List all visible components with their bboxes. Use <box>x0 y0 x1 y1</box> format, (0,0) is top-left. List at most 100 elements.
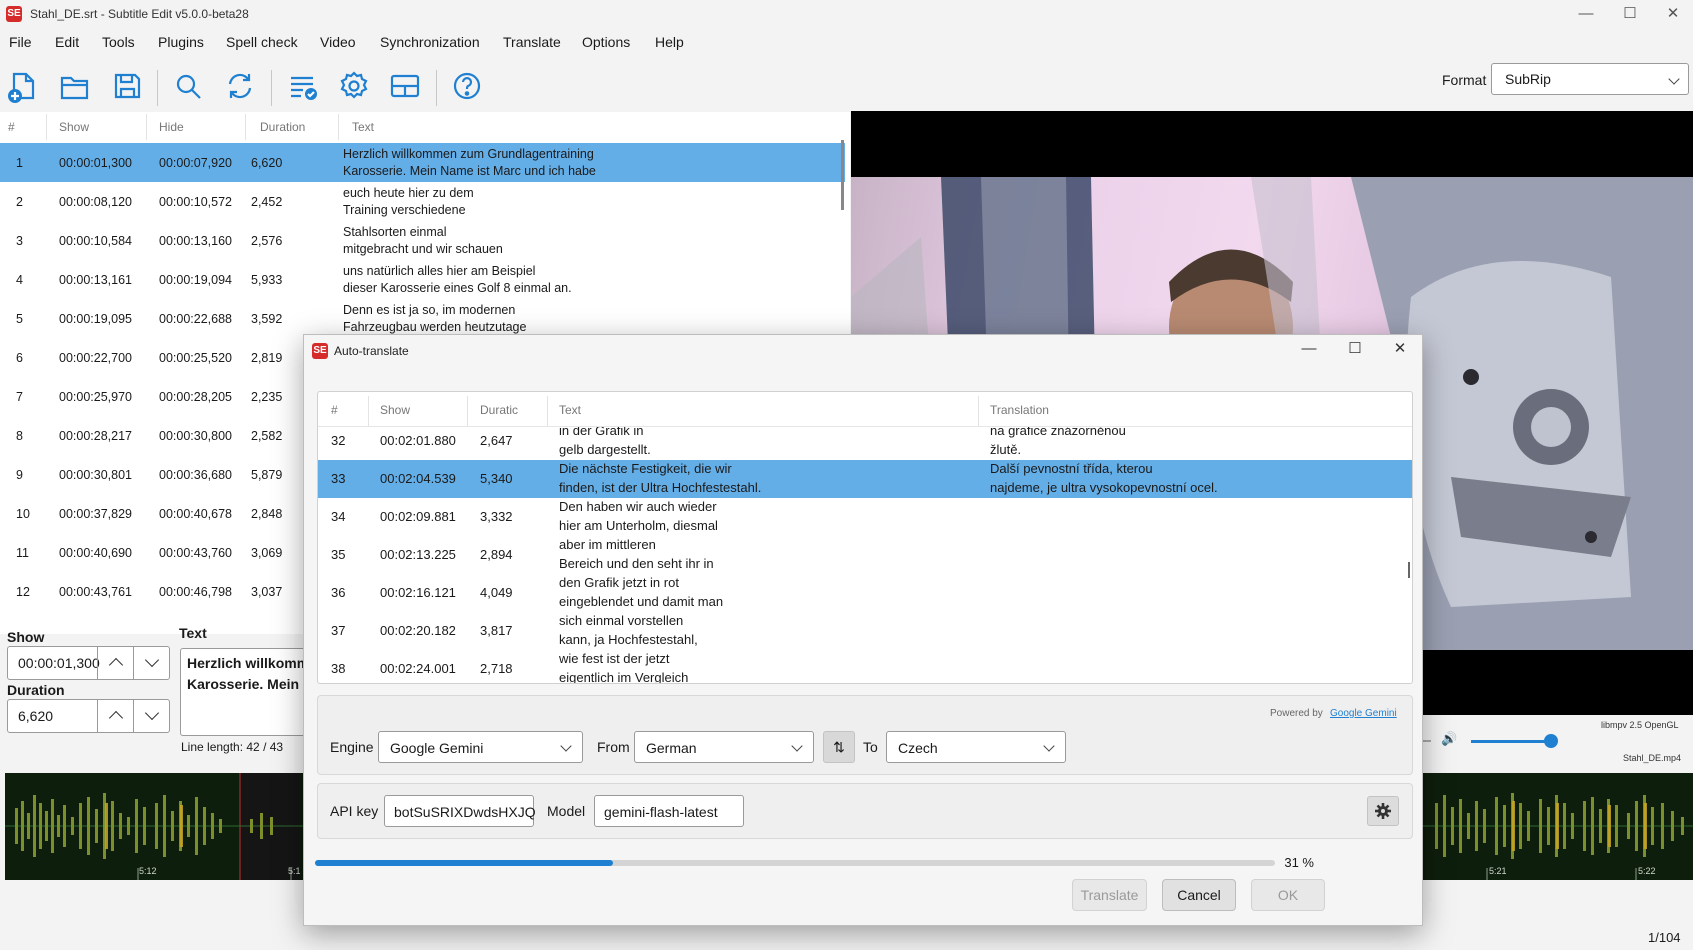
api-key-field[interactable]: botSuSRIXDwdsHXJQ <box>384 795 536 827</box>
model-value: gemini-flash-latest <box>604 804 718 820</box>
translate-button[interactable]: Translate <box>1072 879 1147 911</box>
increment-button[interactable] <box>97 700 133 732</box>
maximize-button[interactable]: ☐ <box>1607 0 1653 30</box>
table-row[interactable]: 33 00:02:04.539 5,340 Die nächste Festigkei… <box>318 460 1412 498</box>
column-separator <box>146 114 147 140</box>
column-header-text[interactable]: Text <box>352 120 374 134</box>
show-time-stepper[interactable]: 00:00:01,300 <box>7 646 170 680</box>
from-language-dropdown[interactable]: German <box>634 731 814 763</box>
menu-options[interactable]: Options <box>582 34 630 50</box>
progress-percent: 31 % <box>1284 855 1314 870</box>
format-value: SubRip <box>1505 71 1551 87</box>
engine-dropdown[interactable]: Google Gemini <box>378 731 583 763</box>
table-row[interactable]: 1 00:00:01,300 00:00:07,920 6,620 Herzlich w… <box>0 143 845 182</box>
close-button[interactable]: ✕ <box>1650 0 1693 30</box>
swap-languages-icon[interactable]: ⇅ <box>823 731 855 763</box>
table-row[interactable]: 32 00:02:01.880 2,647 in der Grafik in gelb … <box>318 427 1412 460</box>
table-row[interactable]: 5 00:00:19,095 00:00:22,688 3,592 Denn es is… <box>0 299 845 338</box>
menu-synchronization[interactable]: Synchronization <box>380 34 480 50</box>
api-key-label: API key <box>330 803 379 819</box>
table-row[interactable]: 36 00:02:16.121 4,049 den Grafik jetzt in r… <box>318 574 1412 612</box>
column-separator <box>245 114 246 140</box>
save-icon[interactable] <box>107 66 147 106</box>
chevron-up-icon <box>108 710 124 726</box>
help-icon[interactable] <box>447 66 487 106</box>
text-label: Text <box>179 625 207 641</box>
translation-grid[interactable]: # Show Duratic Text Translation 32 00:02:… <box>317 391 1413 684</box>
decrement-button[interactable] <box>133 700 169 732</box>
menu-tools[interactable]: Tools <box>102 34 135 50</box>
column-separator <box>467 396 468 426</box>
dialog-close-button[interactable]: ✕ <box>1377 335 1423 363</box>
search-icon[interactable] <box>168 66 208 106</box>
table-row[interactable]: 34 00:02:09.881 3,332 Den haben wir auch wi… <box>318 498 1412 536</box>
menu-video[interactable]: Video <box>320 34 356 50</box>
grid-scrollbar[interactable] <box>841 140 844 210</box>
video-file-name: Stahl_DE.mp4 <box>1623 753 1682 763</box>
decrement-button[interactable] <box>133 647 169 679</box>
table-row[interactable]: 38 00:02:24.001 2,718 wie fest ist der jetz… <box>318 650 1412 683</box>
line-length-info: Line length: 42 / 43 <box>181 740 284 754</box>
volume-slider-thumb[interactable] <box>1544 734 1558 748</box>
replace-icon[interactable] <box>220 66 260 106</box>
dialog-minimize-button[interactable]: — <box>1286 335 1332 363</box>
format-dropdown[interactable]: SubRip <box>1491 63 1689 95</box>
gear-icon[interactable] <box>1367 796 1399 826</box>
cancel-button[interactable]: Cancel <box>1162 879 1236 911</box>
toolbar-separator <box>157 70 158 106</box>
table-row[interactable]: 2 00:00:08,120 00:00:10,572 2,452 euch heute… <box>0 182 845 221</box>
column-header-show[interactable]: Show <box>380 403 410 417</box>
volume-icon[interactable]: 🔊 <box>1441 731 1457 747</box>
title-bar: SE Stahl_DE.srt - Subtitle Edit v5.0.0-b… <box>0 0 1693 30</box>
to-language-dropdown[interactable]: Czech <box>886 731 1066 763</box>
column-header-hide[interactable]: Hide <box>159 120 184 134</box>
layout-icon[interactable] <box>385 66 425 106</box>
api-settings-panel: API key botSuSRIXDwdsHXJQ Model gemini-f… <box>317 783 1413 839</box>
open-folder-icon[interactable] <box>55 66 95 106</box>
chevron-down-icon <box>1668 73 1680 85</box>
table-row[interactable]: 37 00:02:20.182 3,817 sich einmal vorstelle… <box>318 612 1412 650</box>
increment-button[interactable] <box>97 647 133 679</box>
fix-errors-icon[interactable] <box>283 66 323 106</box>
table-row[interactable]: 35 00:02:13.225 2,894 aber im mittleren Bere… <box>318 536 1412 574</box>
menu-file[interactable]: File <box>9 34 32 50</box>
powered-by-link[interactable]: Google Gemini <box>1330 708 1397 719</box>
table-row[interactable]: 3 00:00:10,584 00:00:13,160 2,576 Stahlsorte… <box>0 221 845 260</box>
dialog-maximize-button[interactable]: ☐ <box>1332 335 1378 363</box>
dialog-title: Auto-translate <box>334 344 409 358</box>
volume-slider[interactable] <box>1471 740 1549 743</box>
column-separator <box>46 114 47 140</box>
duration-label: Duration <box>7 682 65 698</box>
chevron-down-icon <box>791 740 803 752</box>
menu-help[interactable]: Help <box>655 34 684 50</box>
column-header-number[interactable]: # <box>8 120 15 134</box>
waveform-tick: 5:12 <box>139 866 157 876</box>
column-separator <box>338 114 339 140</box>
column-header-translation[interactable]: Translation <box>990 403 1049 417</box>
menu-plugins[interactable]: Plugins <box>158 34 204 50</box>
table-row[interactable]: 4 00:00:13,161 00:00:19,094 5,933 uns natürl… <box>0 260 845 299</box>
menu-translate[interactable]: Translate <box>503 34 561 50</box>
model-label: Model <box>547 803 586 819</box>
column-header-duration[interactable]: Duratic <box>480 403 518 417</box>
column-header-duration[interactable]: Duration <box>260 120 305 134</box>
new-file-icon[interactable] <box>2 66 42 106</box>
column-header-number[interactable]: # <box>331 403 338 417</box>
engine-label: Engine <box>330 739 374 755</box>
ok-button[interactable]: OK <box>1251 879 1325 911</box>
column-separator <box>978 396 979 426</box>
app-logo-icon: SE <box>6 6 22 22</box>
model-field[interactable]: gemini-flash-latest <box>594 795 744 827</box>
column-header-show[interactable]: Show <box>59 120 89 134</box>
grid-scrollbar[interactable] <box>1408 562 1410 578</box>
progress-fill <box>315 860 613 866</box>
column-header-text[interactable]: Text <box>559 403 581 417</box>
auto-translate-dialog: SE Auto-translate — ☐ ✕ # Show Duratic T… <box>303 334 1423 926</box>
minimize-button[interactable]: — <box>1563 0 1609 30</box>
menu-spell-check[interactable]: Spell check <box>226 34 298 50</box>
duration-stepper[interactable]: 6,620 <box>7 699 170 733</box>
settings-icon[interactable] <box>334 66 374 106</box>
to-label: To <box>863 739 878 755</box>
menu-edit[interactable]: Edit <box>55 34 79 50</box>
waveform-tick: 5:21 <box>1489 866 1507 876</box>
